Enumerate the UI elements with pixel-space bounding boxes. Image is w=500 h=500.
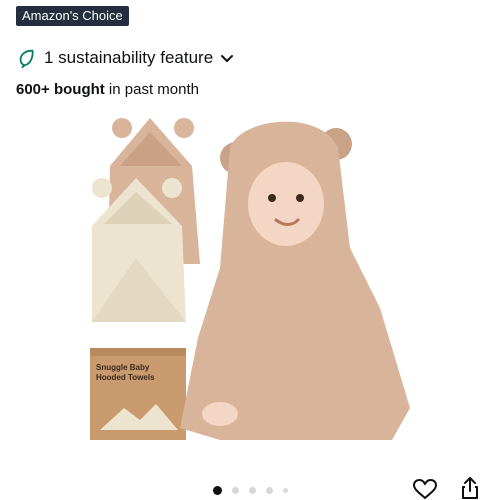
carousel-dot-4[interactable] (265, 487, 273, 494)
chevron-down-icon (221, 55, 234, 62)
box-title-line2: Hooded Towels (96, 373, 155, 382)
carousel-dot-2[interactable] (231, 487, 239, 494)
bought-suffix: in past month (104, 81, 199, 98)
sustainability-feature-toggle[interactable]: 1 sustainability feature (16, 46, 235, 70)
box-title-line1: Snuggle Baby (96, 363, 150, 372)
bought-count: 600+ bought (16, 81, 105, 98)
baby-in-towel (180, 121, 410, 441)
bought-in-past-month: 600+ bought in past month (16, 80, 199, 100)
carousel-dot-5[interactable] (282, 488, 288, 493)
share-icon[interactable] (458, 476, 482, 500)
leaf-icon (19, 49, 34, 69)
product-photo: Snuggle Baby Hooded Towels (90, 118, 410, 441)
sustainability-label: 1 sustainability feature (44, 48, 214, 67)
carousel-dot-1[interactable] (212, 486, 222, 495)
amazons-choice-badge: Amazon's Choice (16, 6, 129, 26)
product-image[interactable]: Snuggle Baby Hooded Towels (80, 108, 420, 444)
carousel-dot-3[interactable] (248, 487, 256, 494)
heart-icon[interactable] (412, 478, 438, 500)
product-box: Snuggle Baby Hooded Towels (90, 348, 186, 440)
